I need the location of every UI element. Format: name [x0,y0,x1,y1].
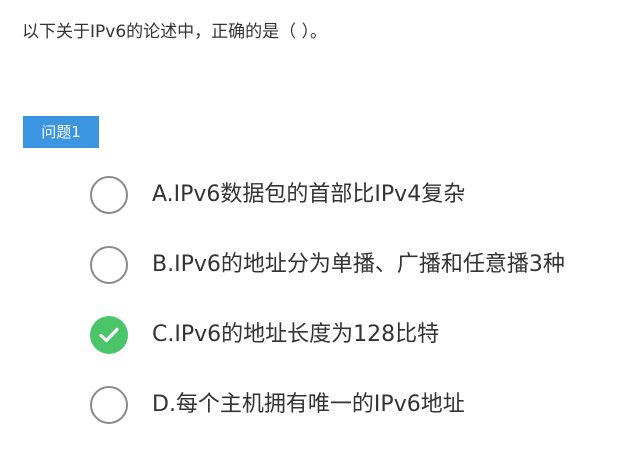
option-c[interactable]: C.IPv6的地址长度为128比特 [90,315,630,355]
answer-options: A.IPv6数据包的首部比IPv4复杂 B.IPv6的地址分为单播、广播和任意播… [90,175,630,455]
option-c-label: C.IPv6的地址长度为128比特 [152,322,440,347]
checkmark-icon [99,327,119,343]
option-a-label: A.IPv6数据包的首部比IPv4复杂 [152,182,466,207]
option-b-label: B.IPv6的地址分为单播、广播和任意播3种 [152,252,565,277]
option-a[interactable]: A.IPv6数据包的首部比IPv4复杂 [90,175,630,215]
radio-checked-icon[interactable] [90,316,128,354]
option-d-label: D.每个主机拥有唯一的IPv6地址 [152,392,465,417]
question-number-badge: 问题1 [23,116,99,148]
option-b[interactable]: B.IPv6的地址分为单播、广播和任意播3种 [90,245,630,285]
radio-unchecked-icon[interactable] [90,246,128,284]
radio-unchecked-icon[interactable] [90,176,128,214]
radio-unchecked-icon[interactable] [90,386,128,424]
question-text: 以下关于IPv6的论述中，正确的是（ ）。 [22,22,328,42]
option-d[interactable]: D.每个主机拥有唯一的IPv6地址 [90,385,630,425]
